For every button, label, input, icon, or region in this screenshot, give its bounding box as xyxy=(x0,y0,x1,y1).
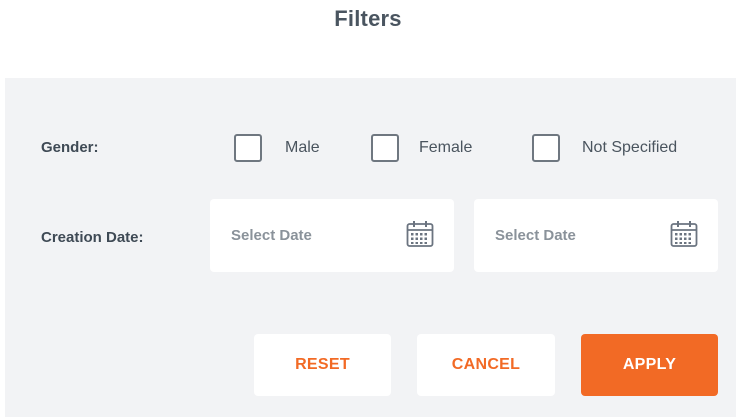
male-label: Male xyxy=(285,139,320,156)
gender-option-female[interactable]: Female xyxy=(371,134,472,162)
filters-panel: Gender: Male Female Not Specified Creati… xyxy=(5,78,736,417)
gender-label: Gender: xyxy=(41,139,99,156)
calendar-icon[interactable] xyxy=(405,219,435,249)
apply-button[interactable]: APPLY xyxy=(581,334,718,396)
creation-date-from-field[interactable]: Select Date xyxy=(210,199,454,272)
not-specified-checkbox[interactable] xyxy=(532,134,560,162)
male-checkbox[interactable] xyxy=(234,134,262,162)
cancel-button[interactable]: CANCEL xyxy=(417,334,555,396)
calendar-icon[interactable] xyxy=(669,219,699,249)
date-to-placeholder: Select Date xyxy=(495,227,576,244)
not-specified-label: Not Specified xyxy=(582,139,678,156)
female-label: Female xyxy=(419,139,473,156)
creation-date-label: Creation Date: xyxy=(41,229,144,246)
creation-date-to-field[interactable]: Select Date xyxy=(474,199,718,272)
dialog-title: Filters xyxy=(334,6,402,31)
gender-option-not-specified[interactable]: Not Specified xyxy=(532,134,677,162)
gender-option-male[interactable]: Male xyxy=(234,134,320,162)
female-checkbox[interactable] xyxy=(371,134,399,162)
reset-button[interactable]: RESET xyxy=(254,334,391,396)
date-from-placeholder: Select Date xyxy=(231,227,312,244)
